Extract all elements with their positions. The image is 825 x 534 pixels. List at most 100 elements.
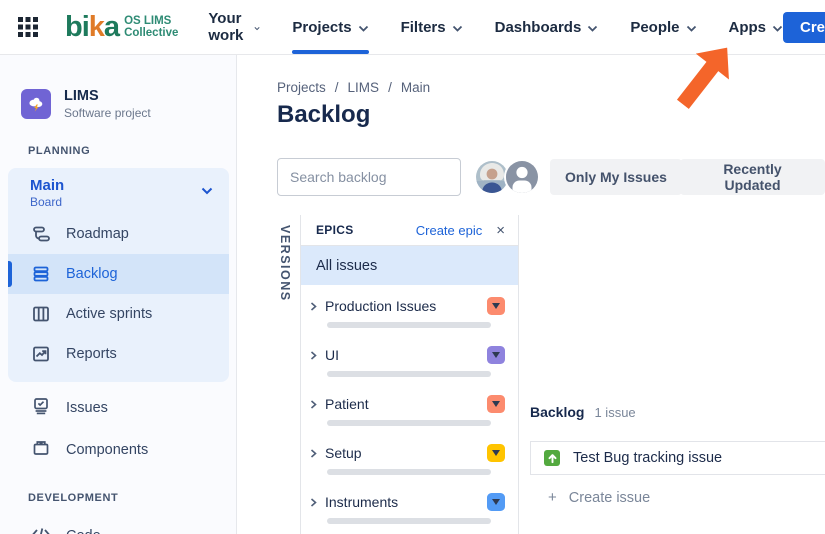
backlog-header: Backlog 1 issue bbox=[530, 404, 825, 420]
nav-your-work[interactable]: Your work bbox=[208, 0, 260, 55]
active-sprints-icon bbox=[31, 304, 51, 324]
epics-title: EPICS bbox=[316, 223, 354, 237]
close-icon[interactable]: × bbox=[496, 223, 505, 238]
epics-panel: EPICS Create epic × All issues Productio… bbox=[300, 215, 519, 534]
plus-icon: + bbox=[548, 489, 557, 506]
epic-row[interactable]: Instruments bbox=[309, 491, 505, 513]
sidebar-item-issues[interactable]: Issues bbox=[0, 387, 237, 429]
backlog-icon bbox=[31, 264, 51, 284]
recently-updated-button[interactable]: Recently Updated bbox=[680, 159, 825, 195]
sidebar-item-roadmap[interactable]: Roadmap bbox=[8, 214, 229, 254]
epic-row[interactable]: UI bbox=[309, 344, 505, 366]
sidebar-item-label: Issues bbox=[66, 400, 108, 416]
chevron-right-icon bbox=[309, 400, 318, 409]
components-icon bbox=[31, 438, 51, 462]
epic-ui: UI bbox=[301, 344, 518, 377]
project-name: LIMS bbox=[64, 88, 151, 104]
project-header[interactable]: LIMS Software project bbox=[21, 88, 151, 120]
nav-label: Apps bbox=[729, 19, 767, 36]
board-name: Main bbox=[30, 177, 213, 194]
caret-down-icon bbox=[492, 450, 500, 456]
chevron-down-icon bbox=[254, 25, 260, 32]
nav-apps[interactable]: Apps bbox=[729, 0, 784, 55]
epic-name: UI bbox=[325, 347, 480, 363]
nav-people[interactable]: People bbox=[630, 0, 696, 55]
issue-row[interactable]: Test Bug tracking issue bbox=[530, 441, 825, 475]
nav-projects[interactable]: Projects bbox=[292, 0, 368, 55]
epic-color-dropdown[interactable] bbox=[487, 297, 505, 315]
epic-color-dropdown[interactable] bbox=[487, 346, 505, 364]
create-issue-button[interactable]: + Create issue bbox=[548, 489, 825, 506]
nav-filters[interactable]: Filters bbox=[401, 0, 463, 55]
breadcrumb-lims[interactable]: LIMS bbox=[348, 80, 380, 95]
assignee-avatars bbox=[474, 159, 540, 195]
sidebar-item-label: Components bbox=[66, 442, 148, 458]
main-content: Projects / LIMS / Main Backlog bbox=[237, 55, 825, 534]
epic-progress-bar bbox=[327, 518, 491, 524]
breadcrumb-main[interactable]: Main bbox=[401, 80, 430, 95]
epic-color-dropdown[interactable] bbox=[487, 493, 505, 511]
board-switcher[interactable]: Main Board bbox=[8, 168, 229, 214]
sidebar-item-backlog[interactable]: Backlog bbox=[8, 254, 229, 294]
epic-setup: Setup bbox=[301, 442, 518, 475]
epic-progress-bar bbox=[327, 420, 491, 426]
sidebar-item-label: Roadmap bbox=[66, 226, 129, 242]
only-my-issues-button[interactable]: Only My Issues bbox=[550, 159, 682, 195]
chevron-down-icon bbox=[358, 25, 369, 32]
chevron-down-icon bbox=[452, 25, 463, 32]
epic-color-dropdown[interactable] bbox=[487, 395, 505, 413]
nav-dashboards[interactable]: Dashboards bbox=[495, 0, 599, 55]
logo-brand-text: bika bbox=[65, 13, 119, 42]
create-epic-link[interactable]: Create epic bbox=[416, 223, 482, 238]
breadcrumb-separator: / bbox=[335, 80, 339, 95]
nav-label: Dashboards bbox=[495, 19, 582, 36]
improvement-type-icon bbox=[544, 450, 560, 466]
board-panel: Main Board Roadmap bbox=[8, 168, 229, 382]
bika-logo[interactable]: bika OS LIMS Collective bbox=[65, 13, 178, 42]
epic-progress-bar bbox=[327, 322, 491, 328]
app-window: bika OS LIMS Collective Your work Projec… bbox=[0, 0, 825, 534]
chevron-right-icon bbox=[309, 351, 318, 360]
default-person-avatar[interactable] bbox=[504, 159, 540, 195]
logo-subtitle: OS LIMS Collective bbox=[124, 15, 178, 39]
sidebar: LIMS Software project PLANNING Main Boar… bbox=[0, 55, 237, 534]
sidebar-item-reports[interactable]: Reports bbox=[8, 334, 229, 374]
planning-section-label: PLANNING bbox=[28, 145, 90, 157]
breadcrumb-separator: / bbox=[388, 80, 392, 95]
epic-row[interactable]: Production Issues bbox=[309, 295, 505, 317]
all-issues-filter[interactable]: All issues bbox=[301, 246, 518, 285]
search-input[interactable] bbox=[278, 169, 475, 185]
epic-row[interactable]: Patient bbox=[309, 393, 505, 415]
chevron-right-icon bbox=[309, 498, 318, 507]
nav-label: Projects bbox=[292, 19, 351, 36]
epic-progress-bar bbox=[327, 469, 491, 475]
sidebar-item-label: Active sprints bbox=[66, 306, 152, 322]
caret-down-icon bbox=[492, 401, 500, 407]
issue-count: 1 issue bbox=[594, 405, 635, 420]
chevron-down-icon bbox=[587, 25, 598, 32]
versions-collapsed-tab[interactable]: VERSIONS bbox=[278, 225, 292, 302]
epic-color-dropdown[interactable] bbox=[487, 444, 505, 462]
sidebar-item-label: Code bbox=[66, 528, 101, 534]
sidebar-item-code[interactable]: Code bbox=[0, 515, 237, 534]
sidebar-item-active-sprints[interactable]: Active sprints bbox=[8, 294, 229, 334]
breadcrumb: Projects / LIMS / Main bbox=[277, 80, 430, 95]
app-switcher-icon[interactable] bbox=[17, 15, 39, 39]
nav-label: Filters bbox=[401, 19, 446, 36]
board-type: Board bbox=[30, 195, 213, 209]
nav-label: Your work bbox=[208, 10, 248, 44]
issue-title: Test Bug tracking issue bbox=[573, 450, 722, 466]
sidebar-item-components[interactable]: Components bbox=[0, 429, 237, 471]
epic-row[interactable]: Setup bbox=[309, 442, 505, 464]
caret-down-icon bbox=[492, 352, 500, 358]
epic-name: Production Issues bbox=[325, 298, 480, 314]
issues-icon bbox=[31, 396, 51, 420]
top-nav: bika OS LIMS Collective Your work Projec… bbox=[0, 0, 825, 55]
create-button[interactable]: Create bbox=[783, 12, 825, 43]
backlog-section-title: Backlog bbox=[530, 404, 584, 420]
nav-label: People bbox=[630, 19, 679, 36]
epic-patient: Patient bbox=[301, 393, 518, 426]
page-title: Backlog bbox=[277, 101, 370, 129]
epic-name: Setup bbox=[325, 445, 480, 461]
breadcrumb-projects[interactable]: Projects bbox=[277, 80, 326, 95]
